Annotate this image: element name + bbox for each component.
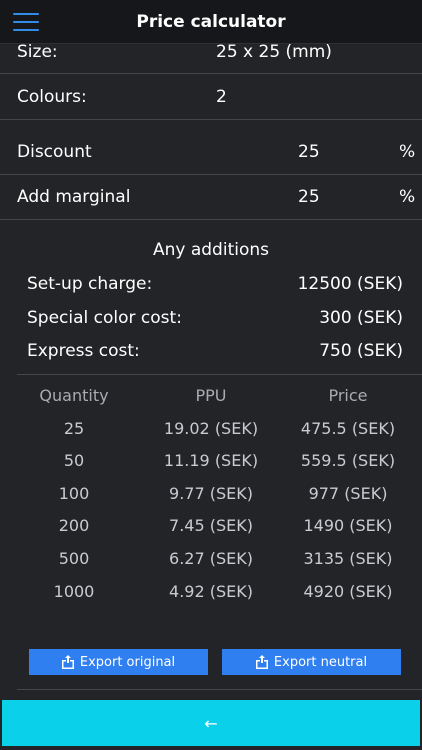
arrow-left-icon: ← <box>204 713 218 733</box>
size-row: Size: 25 x 25 (mm) <box>0 40 422 64</box>
size-label: Size: <box>17 42 58 62</box>
divider <box>0 119 422 120</box>
back-button[interactable]: ← <box>2 700 420 746</box>
export-neutral-label: Export neutral <box>273 654 368 670</box>
quantity-header: Quantity <box>39 386 109 405</box>
share-icon <box>61 655 74 669</box>
ppu-cell: 4.92 (SEK) <box>169 582 253 601</box>
export-original-label: Export original <box>79 654 176 670</box>
discount-unit: % <box>399 142 416 162</box>
marginal-label: Add marginal <box>17 187 131 207</box>
colours-label: Colours: <box>17 87 87 107</box>
share-icon <box>255 655 268 669</box>
quantity-cell: 50 <box>63 451 85 470</box>
price-cell: 559.5 (SEK) <box>300 451 396 470</box>
ppu-cell: 9.77 (SEK) <box>169 484 253 503</box>
divider <box>17 374 422 375</box>
quantity-cell: 100 <box>58 484 90 503</box>
divider <box>17 689 422 690</box>
price-header: Price <box>328 386 368 405</box>
price-cell: 475.5 (SEK) <box>300 419 396 438</box>
export-neutral-button[interactable]: Export neutral <box>222 649 401 675</box>
app-header: Price calculator <box>0 0 422 44</box>
export-original-button[interactable]: Export original <box>29 649 208 675</box>
quantity-cell: 25 <box>63 419 85 438</box>
divider <box>0 174 422 175</box>
price-cell: 977 (SEK) <box>308 484 388 503</box>
divider <box>0 73 422 74</box>
ppu-cell: 11.19 (SEK) <box>163 451 259 470</box>
ppu-cell: 19.02 (SEK) <box>163 419 259 438</box>
size-value: 25 x 25 (mm) <box>216 42 332 62</box>
discount-row[interactable]: Discount 25 % <box>0 140 422 164</box>
quantity-cell: 500 <box>58 549 90 568</box>
marginal-row[interactable]: Add marginal 25 % <box>0 185 422 209</box>
setup-charge-label: Set-up charge: <box>27 274 153 294</box>
ppu-header: PPU <box>195 386 227 405</box>
price-cell: 4920 (SEK) <box>303 582 393 601</box>
price-cell: 1490 (SEK) <box>303 516 393 535</box>
quantity-cell: 1000 <box>53 582 95 601</box>
ppu-cell: 7.45 (SEK) <box>169 516 253 535</box>
page-title: Price calculator <box>136 11 286 32</box>
marginal-unit: % <box>399 187 416 207</box>
express-cost-value: 750 (SEK) <box>319 341 403 361</box>
special-color-label: Special color cost: <box>27 308 182 328</box>
divider <box>0 219 422 220</box>
express-cost-label: Express cost: <box>27 341 140 361</box>
special-color-value: 300 (SEK) <box>319 308 403 328</box>
colours-value: 2 <box>216 87 227 107</box>
hamburger-menu-icon[interactable] <box>13 13 39 31</box>
discount-label: Discount <box>17 142 92 162</box>
marginal-input[interactable]: 25 <box>298 187 320 207</box>
price-cell: 3135 (SEK) <box>303 549 393 568</box>
discount-input[interactable]: 25 <box>298 142 320 162</box>
additions-title: Any additions <box>152 240 269 260</box>
ppu-cell: 6.27 (SEK) <box>169 549 253 568</box>
setup-charge-value: 12500 (SEK) <box>297 274 403 294</box>
colours-row: Colours: 2 <box>0 85 422 109</box>
quantity-cell: 200 <box>58 516 90 535</box>
